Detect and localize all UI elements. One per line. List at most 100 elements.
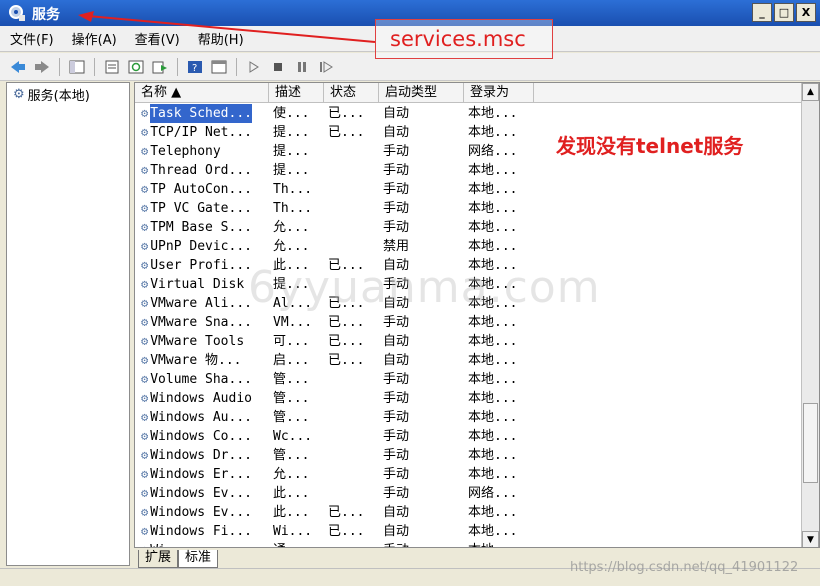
column-status[interactable]: 状态 — [324, 83, 379, 103]
forward-icon[interactable] — [32, 57, 52, 77]
service-name-cell: ⚙ Task Sched... — [135, 104, 269, 123]
table-row[interactable]: ⚙ Windows Dr... 管... 手动 本地... — [135, 446, 801, 465]
toolbar-separator — [177, 57, 178, 76]
service-startup-type: 手动 — [383, 391, 410, 406]
service-log-on-as: 本地... — [468, 334, 518, 349]
service-log-on-as: 本地... — [468, 372, 518, 387]
service-gear-icon: ⚙ — [141, 163, 149, 177]
service-status — [324, 427, 379, 446]
service-name: Windows Fi... — [150, 524, 252, 539]
service-log-on-as: 本地... — [468, 448, 518, 463]
table-row[interactable]: ⚙ VMware Tools 可... 已... 自动 本地... — [135, 332, 801, 351]
window-controls: _ □ X — [752, 3, 816, 22]
service-gear-icon: ⚙ — [141, 448, 149, 462]
toolbar-separator — [59, 57, 60, 76]
close-button[interactable]: X — [796, 3, 816, 22]
service-startup-type: 手动 — [383, 201, 410, 216]
service-startup-type: 自动 — [383, 106, 410, 121]
service-description: 管... — [273, 372, 310, 387]
export-icon[interactable] — [150, 57, 170, 77]
scroll-up-icon[interactable]: ▲ — [802, 83, 819, 101]
gear-icon: ⚙ — [13, 87, 25, 102]
console-tree: ⚙ 服务(本地) — [6, 82, 130, 566]
table-row[interactable]: ⚙ VMware Sna... VM... 已... 手动 本地... — [135, 313, 801, 332]
service-name: Windows Ev... — [150, 505, 252, 520]
column-name[interactable]: 名称 ▲ — [135, 83, 269, 103]
service-log-on-as: 本地... — [468, 467, 518, 482]
service-name-cell: ⚙ Windows Fi... — [135, 522, 269, 541]
service-gear-icon: ⚙ — [141, 277, 149, 291]
column-log-on-as[interactable]: 登录为 — [464, 83, 534, 103]
service-name-cell: ⚙Wi... — [135, 541, 269, 547]
table-row[interactable]: ⚙ TP AutoCon... Th... 手动 本地... — [135, 180, 801, 199]
service-name: Windows Audio — [150, 391, 252, 406]
service-name: Volume Sha... — [150, 372, 252, 387]
menu-file[interactable]: 文件(F) — [10, 29, 54, 48]
service-name-cell: ⚙ TCP/IP Net... — [135, 123, 269, 142]
service-description: 允... — [273, 239, 310, 254]
scroll-down-icon[interactable]: ▼ — [802, 531, 819, 547]
service-description: Th... — [273, 182, 313, 197]
table-row[interactable]: ⚙ VMware 物... 启... 已... 自动 本地... — [135, 351, 801, 370]
service-status: 已... — [328, 334, 365, 349]
table-row[interactable]: ⚙ UPnP Devic... 允... 禁用 本地... — [135, 237, 801, 256]
table-row[interactable]: ⚙ Windows Er... 允... 手动 本地... — [135, 465, 801, 484]
service-gear-icon: ⚙ — [141, 296, 149, 310]
help-icon[interactable]: ? — [185, 57, 205, 77]
table-row[interactable]: ⚙ TP VC Gate... Th... 手动 本地... — [135, 199, 801, 218]
service-name: Task Sched... — [150, 104, 252, 123]
table-row[interactable]: ⚙ Windows Audio 管... 手动 本地... — [135, 389, 801, 408]
table-row[interactable]: ⚙Wi...通...手动本地... — [135, 541, 801, 547]
pause-icon[interactable] — [292, 57, 312, 77]
service-name: UPnP Devic... — [150, 239, 252, 254]
service-startup-type: 手动 — [383, 182, 410, 197]
stop-icon[interactable] — [268, 57, 288, 77]
service-gear-icon: ⚙ — [141, 258, 149, 272]
service-name: TPM Base S... — [150, 220, 252, 235]
service-description: 提... — [273, 144, 310, 159]
view-icon[interactable] — [209, 57, 229, 77]
resume-icon[interactable] — [316, 57, 336, 77]
service-log-on-as: 本地... — [468, 163, 518, 178]
start-icon[interactable] — [244, 57, 264, 77]
service-description: 可... — [273, 334, 310, 349]
table-row[interactable]: ⚙ Thread Ord... 提... 手动 本地... — [135, 161, 801, 180]
service-gear-icon: ⚙ — [141, 541, 148, 547]
tree-item-services-local[interactable]: ⚙ 服务(本地) — [13, 85, 90, 104]
scroll-thumb[interactable] — [803, 403, 818, 483]
tab-standard[interactable]: 标准 — [178, 550, 219, 568]
service-name-cell: ⚙ Windows Dr... — [135, 446, 269, 465]
maximize-button[interactable]: □ — [774, 3, 794, 22]
service-log-on-as: 网络... — [468, 144, 518, 159]
service-log-on-as: 本地... — [468, 391, 518, 406]
table-row[interactable]: ⚙ Windows Ev... 此... 已... 自动 本地... — [135, 503, 801, 522]
tab-extended[interactable]: 扩展 — [138, 550, 179, 568]
properties-icon[interactable] — [102, 57, 122, 77]
back-icon[interactable] — [8, 57, 28, 77]
service-name-cell: ⚙ Windows Au... — [135, 408, 269, 427]
table-row[interactable]: ⚙ Windows Fi... Wi... 已... 自动 本地... — [135, 522, 801, 541]
service-name-cell: ⚙ Telephony — [135, 142, 269, 161]
service-status — [324, 408, 379, 427]
service-status: 已... — [328, 106, 365, 121]
service-name-cell: ⚙ TP AutoCon... — [135, 180, 269, 199]
table-row[interactable]: ⚙ Volume Sha... 管... 手动 本地... — [135, 370, 801, 389]
service-name: Windows Er... — [150, 467, 252, 482]
refresh-icon[interactable] — [126, 57, 146, 77]
service-status: 已... — [328, 505, 365, 520]
vertical-scrollbar[interactable]: ▲ ▼ — [801, 83, 819, 547]
column-startup-type[interactable]: 启动类型 — [379, 83, 464, 103]
service-status — [324, 484, 379, 503]
service-description: 启... — [273, 353, 310, 368]
console-tree-icon[interactable] — [67, 57, 87, 77]
column-description[interactable]: 描述 — [269, 83, 324, 103]
table-row[interactable]: ⚙ Windows Ev... 此... 手动 网络... — [135, 484, 801, 503]
service-gear-icon: ⚙ — [141, 486, 149, 500]
table-row[interactable]: ⚙ Task Sched... 使... 已... 自动 本地... — [135, 104, 801, 123]
service-startup-type: 自动 — [383, 334, 410, 349]
table-row[interactable]: ⚙ Windows Au... 管... 手动 本地... — [135, 408, 801, 427]
table-row[interactable]: ⚙ TPM Base S... 允... 手动 本地... — [135, 218, 801, 237]
minimize-button[interactable]: _ — [752, 3, 772, 22]
table-row[interactable]: ⚙ Windows Co... Wc... 手动 本地... — [135, 427, 801, 446]
service-startup-type: 手动 — [383, 429, 410, 444]
